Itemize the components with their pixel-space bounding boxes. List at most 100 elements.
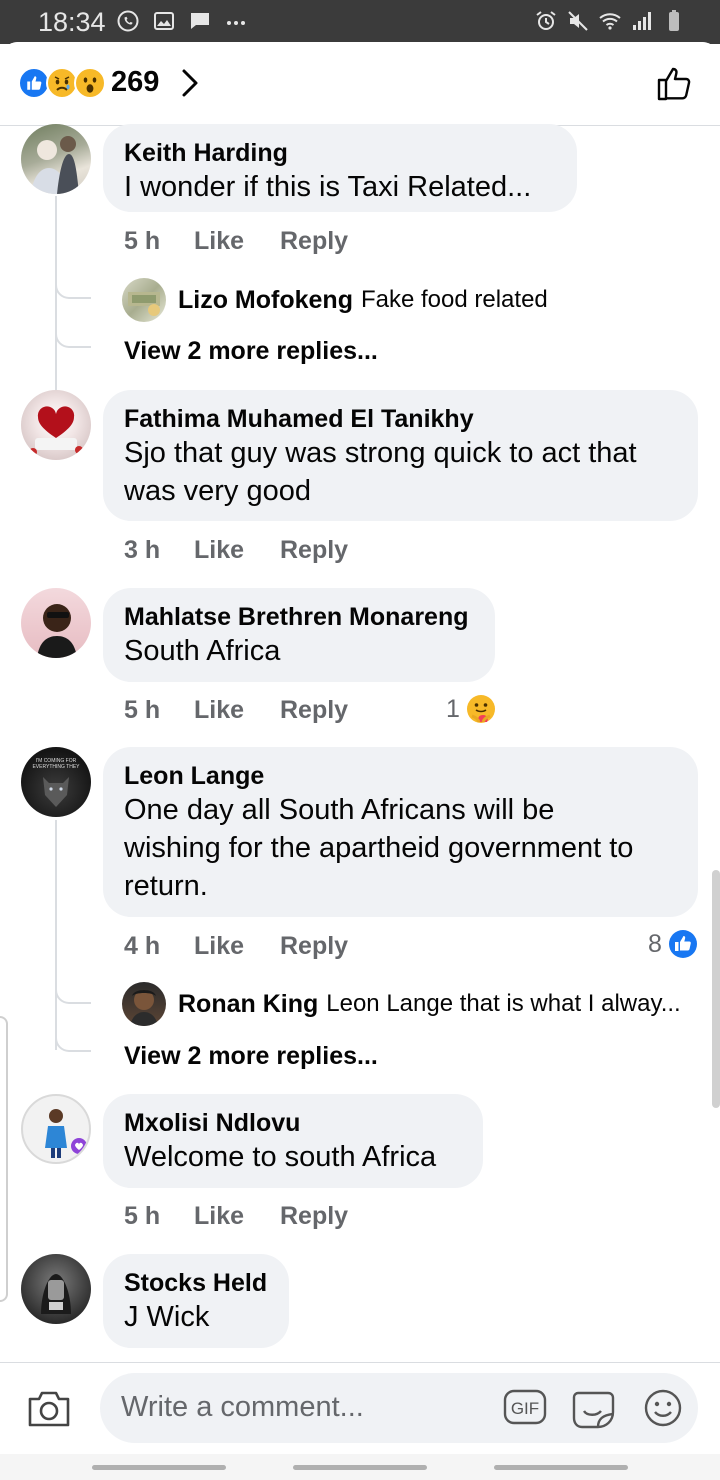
thread-hook [55,972,91,1004]
reply-preview[interactable]: Lizo Mofokeng Fake food related [122,278,548,322]
gif-icon[interactable]: GIF [502,1387,548,1427]
comment-time: 5 h [124,1202,161,1230]
reply-text: Fake food related [360,286,548,313]
view-more-replies[interactable]: View 2 more replies... [124,337,378,366]
sticker-icon[interactable] [570,1387,616,1431]
comment-author[interactable]: Keith Harding [124,138,557,168]
comment-bubble[interactable]: Stocks Held J Wick [103,1254,289,1348]
comment-composer: Write a comment... GIF [0,1362,720,1454]
like-button[interactable]: Like [194,1202,280,1231]
comment-text: J Wick [124,1301,210,1333]
chevron-right-icon[interactable] [178,66,202,100]
comment-author[interactable]: Mahlatse Brethren Monareng [124,602,475,632]
mute-icon [568,11,588,31]
thread-line [55,820,57,1050]
battery-icon [669,10,679,31]
nav-recents-button[interactable] [92,1465,226,1470]
reply-button[interactable]: Reply [280,932,348,961]
comment-author[interactable]: Mxolisi Ndlovu [124,1108,463,1138]
reaction-count: 1 [446,694,460,723]
reply-button[interactable]: Reply [280,536,348,565]
more-dots-icon [227,21,245,25]
like-button[interactable]: Like [194,932,280,961]
reply-button[interactable]: Reply [280,696,348,725]
navigation-bar [0,1454,720,1480]
reply-author[interactable]: Lizo Mofokeng [178,286,353,315]
reply-text: Leon Lange that is what I alway... [326,990,681,1017]
status-time: 18:34 [38,7,106,37]
reactions-header[interactable]: 269 [0,42,720,126]
scrollbar[interactable] [712,870,720,1108]
like-reaction-icon [668,930,697,958]
reply-preview[interactable]: Ronan King Leon Lange that is what I alw… [122,982,681,1026]
avatar[interactable] [21,390,91,460]
reply-button[interactable]: Reply [280,227,348,256]
comment-actions: 4 h Like Reply [124,932,348,961]
comment-bubble[interactable]: Leon Lange One day all South Africans wi… [103,747,698,917]
comment-actions: 5 h Like Reply [124,227,348,256]
svg-text:EVERYTHING THEY: EVERYTHING THEY [32,764,80,770]
comment-text-line: One day all South Africans will be [124,794,555,826]
nav-home-button[interactable] [293,1465,427,1470]
emoji-icon[interactable] [642,1387,684,1429]
comment-actions: 5 h Like Reply [124,696,348,725]
comment-author[interactable]: Leon Lange [124,761,678,791]
comment-reactions[interactable]: 1 [446,694,496,724]
avatar[interactable] [21,588,91,658]
view-more-replies[interactable]: View 2 more replies... [124,1042,378,1071]
thread-hook [55,322,91,348]
reply-author[interactable]: Ronan King [178,990,318,1019]
avatar[interactable]: I'M COMING FOR EVERYTHING THEY [21,747,91,817]
reaction-count[interactable]: 269 [111,66,159,99]
avatar[interactable] [122,278,166,322]
thread-hook [55,1026,91,1052]
alarm-icon [536,11,556,30]
comment-text-line: Sjo that guy was strong quick to act tha… [124,437,637,469]
comment-text-line: return. [124,870,208,902]
nav-back-button[interactable] [494,1465,628,1470]
comment-reactions[interactable]: 8 [648,929,698,959]
comment-bubble[interactable]: Fathima Muhamed El Tanikhy Sjo that guy … [103,390,698,521]
comment-time: 4 h [124,932,161,960]
camera-icon[interactable] [26,1387,72,1429]
like-button[interactable]: Like [194,536,280,565]
whatsapp-icon [117,10,139,32]
gif-label: GIF [511,1399,539,1418]
comment-actions: 5 h Like Reply [124,1202,348,1231]
thread-line [55,196,57,396]
thread-hook [55,267,91,299]
like-button[interactable]: Like [194,227,280,256]
signal-icon [633,12,651,30]
thumbs-up-icon[interactable] [656,64,694,102]
comment-text: I wonder if this is Taxi Related... [124,171,532,203]
wifi-icon [599,13,621,30]
comment-text-line: wishing for the apartheid government to [124,832,634,864]
care-reaction-icon [466,695,495,723]
comment-placeholder: Write a comment... [121,1391,364,1423]
comment-time: 5 h [124,227,161,255]
edge-panel-handle[interactable] [0,1016,8,1302]
image-icon [154,12,174,30]
wow-reaction-icon [74,67,106,99]
reaction-count: 8 [648,929,662,958]
comment-actions: 3 h Like Reply [124,536,348,565]
comment-bubble[interactable]: Mahlatse Brethren Monareng South Africa [103,588,495,682]
comment-author[interactable]: Fathima Muhamed El Tanikhy [124,404,678,434]
avatar[interactable] [21,124,91,194]
reaction-icons[interactable] [18,67,106,99]
comment-text: South Africa [124,635,281,667]
avatar[interactable] [122,982,166,1026]
comment-input[interactable]: Write a comment... GIF [100,1373,698,1443]
comment-time: 3 h [124,536,161,564]
status-bar: 18:34 [0,0,720,44]
reply-button[interactable]: Reply [280,1202,348,1231]
chat-icon [191,13,209,29]
comment-text: Welcome to south Africa [124,1141,437,1173]
comment-bubble[interactable]: Mxolisi Ndlovu Welcome to south Africa [103,1094,483,1188]
like-button[interactable]: Like [194,696,280,725]
avatar[interactable] [21,1094,91,1164]
comment-author[interactable]: Stocks Held [124,1268,269,1298]
avatar[interactable] [21,1254,91,1324]
comment-bubble[interactable]: Keith Harding I wonder if this is Taxi R… [103,124,577,212]
comments-sheet: 269 Keith Harding I wonder if this is Ta… [0,42,720,1480]
